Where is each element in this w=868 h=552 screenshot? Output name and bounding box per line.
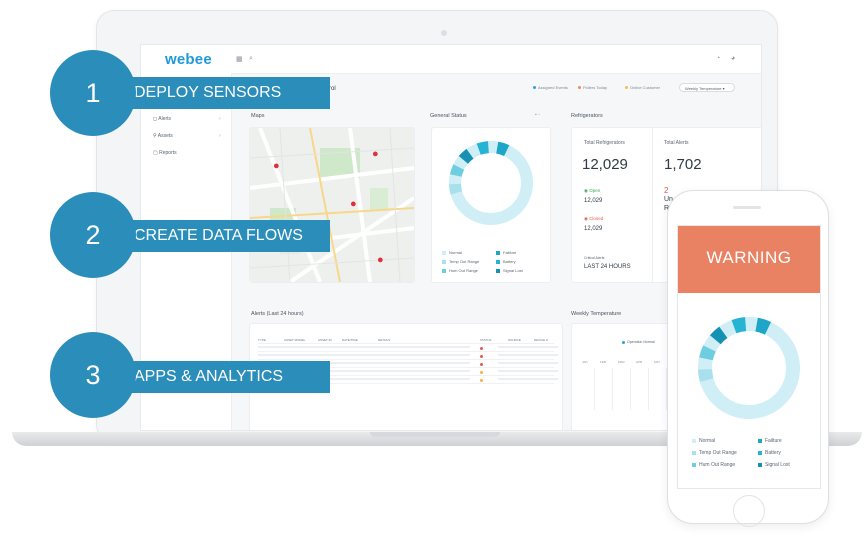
column-header[interactable]: ASSET ID (318, 338, 332, 342)
general-status-title: General Status (430, 113, 467, 119)
total-alerts-label: Total Alerts (664, 140, 689, 146)
column-header[interactable]: SOURCE (508, 338, 521, 342)
phone-speaker (733, 206, 761, 209)
month-label: JAN (582, 360, 588, 364)
step-3-label: APPS & ANALYTICS (134, 368, 284, 385)
refrigerators-title: Refrigerators (571, 113, 603, 119)
step-1-number: 1 (85, 78, 101, 108)
phone-home-button[interactable] (733, 495, 765, 527)
legend-item-temp-out-range: Temp Out Range (692, 450, 737, 456)
chevron-right-icon[interactable]: › (219, 133, 221, 139)
table-row[interactable] (258, 344, 558, 352)
column-header[interactable]: DETAILS (378, 338, 390, 342)
closed-status: ◉ Closed (584, 216, 604, 221)
step-1-circle: 1 (50, 50, 136, 136)
legend-item-normal: Normal (692, 438, 715, 444)
open-status: ◉ Open (584, 188, 601, 193)
critical-alerts-value: LAST 24 HOURS (584, 264, 631, 270)
month-label: MAY (654, 360, 661, 364)
warning-banner: WARNING (678, 226, 820, 293)
more-icon[interactable]: ▪ ▫ (535, 112, 540, 118)
column-header[interactable]: DEVICE # (534, 338, 548, 342)
column-header[interactable]: TYPE (258, 338, 266, 342)
step-2-label: CREATE DATA FLOWS (134, 227, 303, 244)
step-2-circle: 2 (50, 192, 136, 278)
link-icon: ⚲ (153, 133, 157, 139)
total-refrigerators-value: 12,029 (582, 156, 628, 173)
sidebar-item-alerts[interactable]: ◻ Alerts (153, 116, 171, 122)
table-header-row: TYPE ASSET MODEL ASSET ID DATE/TIME DETA… (258, 336, 554, 344)
warning-text: WARNING (706, 248, 792, 267)
app-logo: webee (165, 51, 212, 68)
filter-assigned-events[interactable]: Assigned Events (533, 85, 568, 90)
legend-item-failture: Failture (758, 438, 782, 444)
weekly-legend: Operation Normal (622, 340, 655, 344)
status-donut-chart (448, 140, 533, 225)
step-3-number: 3 (85, 360, 101, 390)
step-3-circle: 3 (50, 332, 136, 418)
phone-screen: WARNING Normal Failture Temp Out Range B… (677, 225, 821, 489)
column-header[interactable]: STATUS (480, 338, 491, 342)
critical-alerts-label: Critical Alerts (584, 256, 605, 260)
step-1-band: DEPLOY SENSORS (118, 77, 330, 109)
step-2-band: CREATE DATA FLOWS (118, 220, 330, 252)
step-2-number: 2 (85, 220, 101, 250)
table-row[interactable] (258, 352, 558, 360)
laptop-camera (441, 30, 447, 36)
step-1-label: DEPLOY SENSORS (134, 84, 282, 101)
legend-item-battery: Battery (758, 450, 781, 456)
sidebar-item-assets[interactable]: ⚲ Assets (153, 133, 173, 139)
map-pin-icon[interactable]: ● (377, 254, 384, 266)
legend-item-hum-out-range: Hum Out Range (692, 462, 735, 468)
legend-item-battery: Battery (496, 259, 516, 264)
alert-count-partial: 2 (664, 186, 669, 195)
legend-item-normal: Normal (442, 250, 462, 255)
app-topbar: webee ▦ ⌕ ◔ ◕ (141, 45, 761, 74)
month-label: FEB (600, 360, 606, 364)
map-card: ● ● ● ● ● (249, 127, 415, 283)
open-value: 12,029 (584, 198, 603, 204)
grid-icon[interactable]: ▦ (236, 55, 243, 63)
map-pin-icon[interactable]: ● (273, 160, 280, 172)
general-status-card: Normal Failture Temp Out Range Battery H… (431, 127, 551, 283)
legend-item-signal-lost: Signal Lost (758, 462, 790, 468)
legend-item-hum-out-range: Hum Out Range (442, 268, 478, 273)
month-label: MAR (618, 360, 625, 364)
search-icon[interactable]: ⌕ (249, 55, 253, 63)
legend-item-signal-lost: Signal Lost (496, 268, 523, 273)
map-pin-icon[interactable]: ● (372, 148, 379, 160)
legend-item-failture: Failture (496, 250, 516, 255)
phone-donut-chart (698, 317, 800, 419)
legend-item-temp-out-range: Temp Out Range (442, 259, 479, 264)
chevron-right-icon[interactable]: › (219, 116, 221, 122)
total-refrigerators-label: Total Refrigerators (584, 140, 625, 146)
document-icon: ▢ (153, 150, 158, 156)
maps-title: Maps (251, 113, 265, 119)
laptop-base-notch (370, 432, 500, 437)
column-header[interactable]: DATE/TIME (342, 338, 358, 342)
filter-pollers-today[interactable]: Pollers Today (578, 85, 607, 90)
sidebar-item-label: Assets (157, 133, 173, 139)
map-pin-icon[interactable]: ● (350, 198, 357, 210)
temperature-dropdown[interactable]: Weekly Temperature ▾ (679, 83, 735, 92)
sidebar-item-reports[interactable]: ▢ Reports (153, 150, 177, 156)
closed-value: 12,029 (584, 226, 603, 232)
notifications-icon[interactable]: ◔ (716, 55, 720, 62)
month-label: APR (636, 360, 643, 364)
column-header[interactable]: ASSET MODEL (284, 338, 305, 342)
alerts-title: Alerts (Last 24 hours) (251, 311, 304, 317)
user-icon[interactable]: ◕ (731, 55, 735, 62)
sidebar-item-label: Reports (159, 150, 177, 156)
sidebar-item-label: Alerts (158, 116, 172, 122)
map-view[interactable] (250, 128, 414, 282)
weekly-temperature-title: Weekly Temperature (571, 311, 622, 317)
step-3-band: APPS & ANALYTICS (118, 361, 330, 393)
filter-online-customer[interactable]: Online Customer (625, 85, 660, 90)
total-alerts-value: 1,702 (664, 156, 702, 173)
bell-icon: ◻ (153, 116, 158, 122)
